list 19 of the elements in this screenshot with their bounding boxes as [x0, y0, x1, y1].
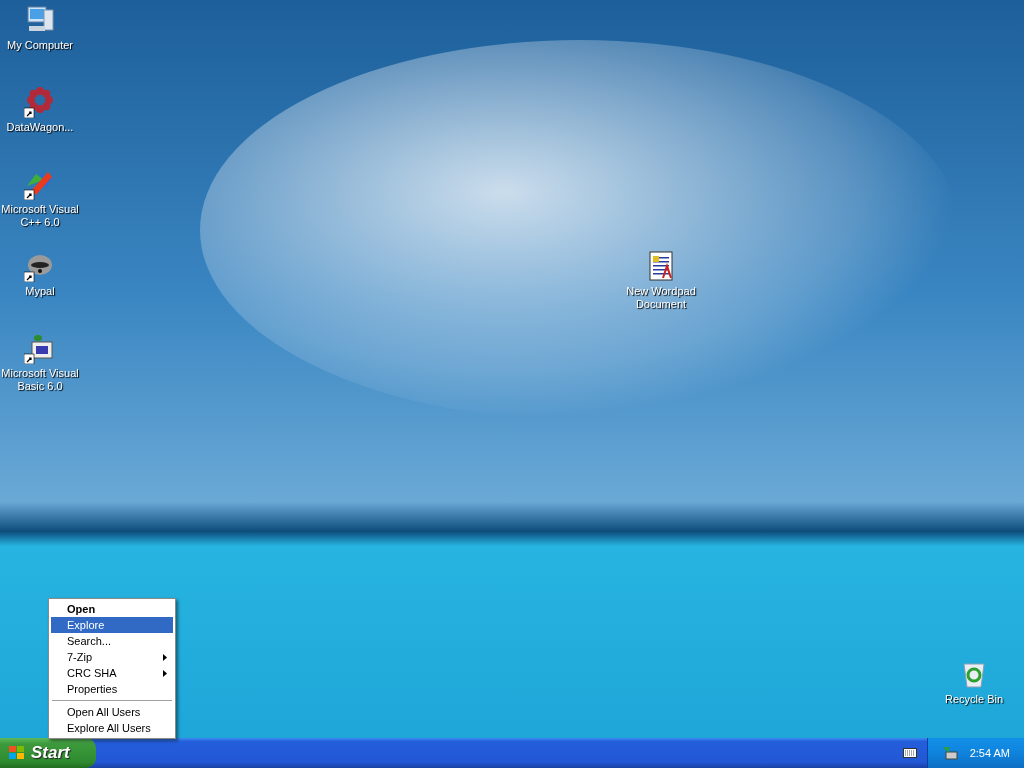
network-icon[interactable] [941, 745, 958, 761]
menu-item[interactable]: Search... [51, 633, 173, 649]
menu-item[interactable]: CRC SHA [51, 665, 173, 681]
menu-item[interactable]: Explore All Users [51, 720, 173, 736]
desktop-icon-label[interactable]: My Computer [7, 39, 73, 52]
start-button[interactable]: Start [0, 738, 96, 768]
desktop-icon-label[interactable]: Microsoft Visual Basic 6.0 [0, 367, 80, 393]
menu-item[interactable]: Properties [51, 681, 173, 697]
menu-item[interactable]: 7-Zip [51, 649, 173, 665]
desktop-icon-label[interactable]: DataWagon... [6, 121, 74, 134]
keyboard-icon[interactable] [902, 748, 917, 758]
desktop-icon-label[interactable]: Microsoft Visual C++ 6.0 [0, 203, 80, 229]
menu-item[interactable]: Open [51, 601, 173, 617]
windows-flag-icon [8, 745, 26, 761]
menu-item[interactable]: Open All Users [51, 704, 173, 720]
menu-item[interactable]: Explore [51, 617, 173, 633]
clock[interactable]: 2:54 AM [969, 747, 1010, 759]
desktop-icon-label[interactable]: Mypal [25, 285, 55, 298]
desktop-icon-label[interactable]: Recycle Bin [944, 693, 1004, 706]
